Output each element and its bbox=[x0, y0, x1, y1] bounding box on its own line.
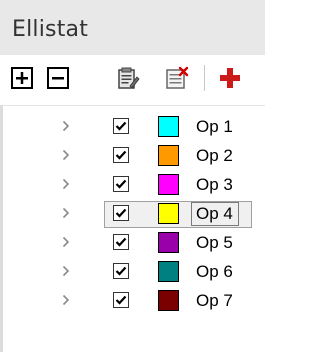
panel-header: Ellistat bbox=[0, 0, 265, 55]
item-label-box: Op 1 bbox=[191, 115, 239, 139]
visibility-checkbox[interactable] bbox=[113, 147, 129, 163]
tree-row[interactable]: Op 3 bbox=[0, 171, 265, 200]
item-label: Op 1 bbox=[196, 117, 233, 136]
expand-chevron-button[interactable] bbox=[61, 148, 71, 162]
toolbar bbox=[0, 55, 265, 105]
minus-box-icon bbox=[47, 67, 69, 89]
expand-chevron-button[interactable] bbox=[61, 264, 71, 278]
checkmark-icon bbox=[115, 208, 127, 218]
operations-tree: Op 1 Op 2 Op 3 Op 4 Op 5 Op 6 Op 7 bbox=[0, 105, 265, 352]
item-label: Op 2 bbox=[196, 146, 233, 165]
plus-box-icon bbox=[11, 67, 33, 89]
color-swatch[interactable] bbox=[158, 232, 179, 253]
checkmark-icon bbox=[115, 266, 127, 276]
item-label: Op 7 bbox=[196, 291, 233, 310]
item-label-box: Op 4 bbox=[191, 202, 239, 226]
item-label-box: Op 6 bbox=[191, 260, 239, 284]
color-swatch[interactable] bbox=[158, 174, 179, 195]
visibility-checkbox[interactable] bbox=[113, 292, 129, 308]
chevron-right-icon bbox=[62, 120, 70, 132]
tree-row[interactable]: Op 2 bbox=[0, 142, 265, 171]
color-swatch[interactable] bbox=[158, 116, 179, 137]
ellistat-panel: Ellistat Op 1 Op 2 Op 3 Op 4 Op 5 Op 6 O… bbox=[0, 0, 265, 352]
item-label-box: Op 3 bbox=[191, 173, 239, 197]
expand-chevron-button[interactable] bbox=[61, 119, 71, 133]
tree-row[interactable]: Op 1 bbox=[0, 113, 265, 142]
red-plus-icon bbox=[220, 68, 240, 88]
panel-title: Ellistat bbox=[12, 17, 89, 42]
tree-row[interactable]: Op 4 bbox=[0, 200, 265, 229]
visibility-checkbox[interactable] bbox=[113, 118, 129, 134]
chevron-right-icon bbox=[62, 178, 70, 190]
collapse-all-button[interactable] bbox=[46, 66, 70, 90]
item-label: Op 4 bbox=[196, 204, 233, 223]
visibility-checkbox[interactable] bbox=[113, 176, 129, 192]
item-label: Op 6 bbox=[196, 262, 233, 281]
edit-properties-button[interactable] bbox=[116, 66, 140, 90]
checkmark-icon bbox=[115, 179, 127, 189]
chevron-right-icon bbox=[62, 294, 70, 306]
expand-chevron-button[interactable] bbox=[61, 177, 71, 191]
checkmark-icon bbox=[115, 121, 127, 131]
chevron-right-icon bbox=[62, 149, 70, 161]
item-label-box: Op 2 bbox=[191, 144, 239, 168]
chevron-right-icon bbox=[62, 265, 70, 277]
checkmark-icon bbox=[115, 237, 127, 247]
item-label-box: Op 7 bbox=[191, 289, 239, 313]
expand-all-button[interactable] bbox=[10, 66, 34, 90]
tree-top-border bbox=[0, 105, 265, 106]
chevron-right-icon bbox=[62, 236, 70, 248]
color-swatch[interactable] bbox=[158, 203, 179, 224]
delete-list-button[interactable] bbox=[165, 66, 189, 90]
add-item-button[interactable] bbox=[218, 66, 242, 90]
chevron-right-icon bbox=[62, 207, 70, 219]
item-label-box: Op 5 bbox=[191, 231, 239, 255]
visibility-checkbox[interactable] bbox=[113, 234, 129, 250]
clipboard-edit-icon bbox=[118, 67, 140, 89]
color-swatch[interactable] bbox=[158, 290, 179, 311]
color-swatch[interactable] bbox=[158, 145, 179, 166]
visibility-checkbox[interactable] bbox=[113, 263, 129, 279]
checkmark-icon bbox=[115, 150, 127, 160]
item-label: Op 3 bbox=[196, 175, 233, 194]
visibility-checkbox[interactable] bbox=[113, 205, 129, 221]
tree-row[interactable]: Op 6 bbox=[0, 258, 265, 287]
checkmark-icon bbox=[115, 295, 127, 305]
expand-chevron-button[interactable] bbox=[61, 293, 71, 307]
tree-row[interactable]: Op 7 bbox=[0, 287, 265, 316]
color-swatch[interactable] bbox=[158, 261, 179, 282]
tree-row[interactable]: Op 5 bbox=[0, 229, 265, 258]
list-delete-icon bbox=[166, 66, 189, 89]
expand-chevron-button[interactable] bbox=[61, 235, 71, 249]
item-label: Op 5 bbox=[196, 233, 233, 252]
toolbar-separator bbox=[204, 65, 205, 91]
expand-chevron-button[interactable] bbox=[61, 206, 71, 220]
